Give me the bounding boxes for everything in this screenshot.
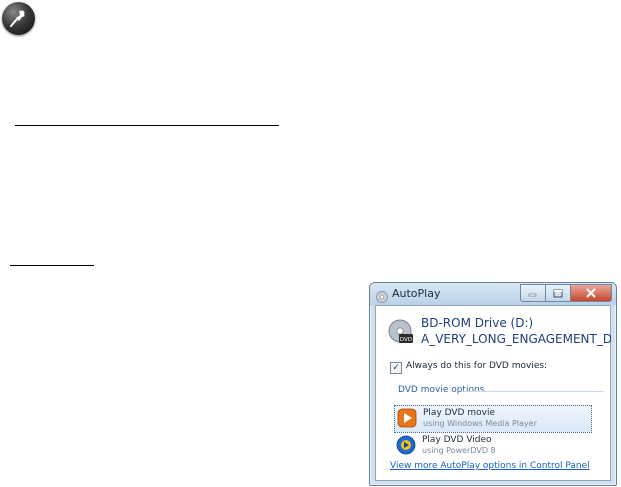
dialog-titlebar[interactable]: AutoPlay bbox=[370, 283, 616, 305]
disc-label: A_VERY_LONG_ENGAGEMENT_DISC bbox=[421, 332, 611, 346]
section-label: DVD movie options bbox=[398, 385, 485, 395]
close-button[interactable] bbox=[571, 284, 612, 302]
windows-media-player-icon bbox=[397, 408, 417, 428]
always-do-this-checkbox[interactable]: ✓ bbox=[390, 362, 402, 374]
divider-line bbox=[15, 125, 279, 126]
svg-text:DVD: DVD bbox=[400, 337, 412, 343]
option-play-dvd-movie[interactable]: Play DVD movie using Windows Media Playe… bbox=[394, 405, 592, 433]
close-icon bbox=[586, 288, 596, 298]
dialog-title: AutoPlay bbox=[392, 287, 441, 300]
option-title: Play DVD movie bbox=[423, 408, 495, 418]
option-subtitle: using Windows Media Player bbox=[423, 419, 537, 428]
control-panel-link[interactable]: View more AutoPlay options in Control Pa… bbox=[390, 461, 590, 471]
maximize-button[interactable] bbox=[546, 284, 571, 302]
section-divider bbox=[464, 391, 604, 392]
option-play-dvd-video[interactable]: Play DVD Video using PowerDVD 8 bbox=[394, 433, 590, 459]
drive-title: BD-ROM Drive (D:) bbox=[421, 316, 534, 330]
autoplay-dialog: AutoPlay DVD BD-ROM Drive (D:) A_VERY_LO… bbox=[369, 282, 617, 486]
minimize-button[interactable] bbox=[520, 284, 546, 302]
option-title: Play DVD Video bbox=[422, 435, 492, 445]
dialog-content: DVD BD-ROM Drive (D:) A_VERY_LONG_ENGAGE… bbox=[375, 305, 611, 481]
window-controls bbox=[520, 284, 612, 302]
autoplay-disc-icon bbox=[376, 288, 388, 303]
note-pin-icon bbox=[2, 2, 35, 35]
always-do-this-label: Always do this for DVD movies: bbox=[406, 361, 548, 371]
dvd-drive-icon: DVD bbox=[388, 319, 414, 345]
maximize-icon bbox=[553, 289, 563, 297]
option-subtitle: using PowerDVD 8 bbox=[422, 446, 496, 455]
minimize-icon bbox=[528, 293, 537, 297]
powerdvd-icon bbox=[396, 435, 416, 455]
divider-line-short bbox=[10, 265, 94, 266]
